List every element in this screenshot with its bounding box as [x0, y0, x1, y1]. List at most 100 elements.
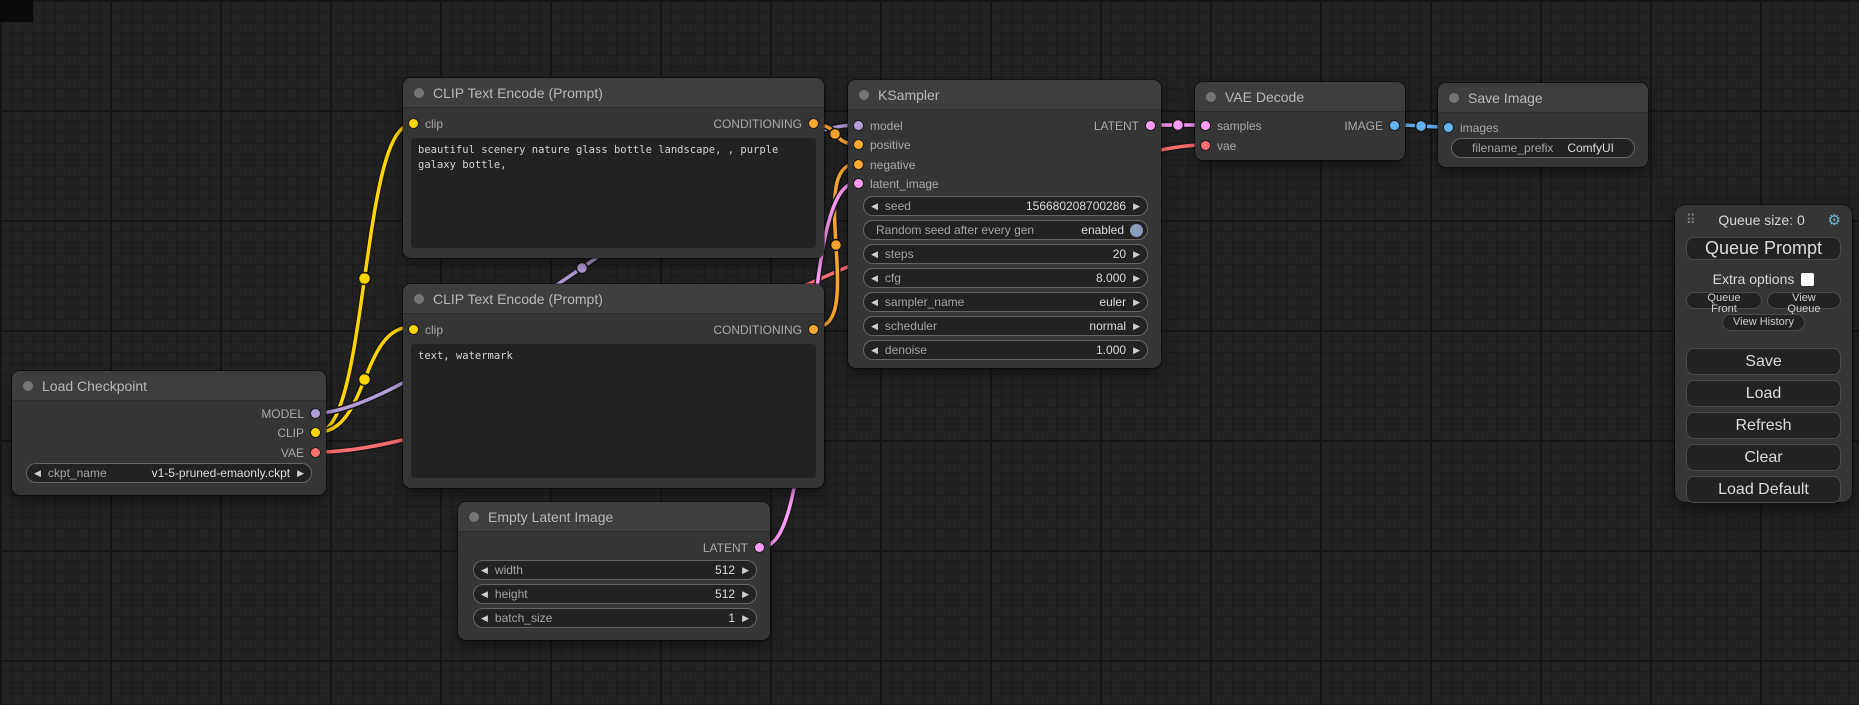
decrement-arrow-icon[interactable] [474, 614, 495, 623]
model-output-dot[interactable] [311, 409, 320, 418]
widget-value: enabled [1081, 223, 1124, 237]
node-title-bar[interactable]: Load Checkpoint [12, 371, 326, 401]
extra-options-checkbox[interactable] [1801, 273, 1814, 286]
decrement-arrow-icon[interactable] [864, 298, 885, 307]
node-title-bar[interactable]: Empty Latent Image [458, 502, 770, 532]
increment-arrow-icon[interactable] [1126, 298, 1147, 307]
filename-prefix-widget[interactable]: filename_prefix ComfyUI [1451, 138, 1635, 158]
output-slot-latent: LATENT [703, 538, 764, 557]
node-title-bar[interactable]: CLIP Text Encode (Prompt) [403, 284, 824, 314]
denoise-widget[interactable]: denoise 1.000 [863, 340, 1148, 360]
drag-handle-icon[interactable] [1686, 212, 1696, 228]
conditioning-input-dot[interactable] [854, 140, 863, 149]
image-input-dot[interactable] [1444, 123, 1453, 132]
extra-options-label: Extra options [1713, 271, 1795, 287]
image-output-dot[interactable] [1390, 121, 1399, 130]
model-input-dot[interactable] [854, 121, 863, 130]
vae-output-dot[interactable] [311, 448, 320, 457]
slot-label: negative [870, 158, 915, 172]
decrement-arrow-icon[interactable] [864, 202, 885, 211]
node-vae-decode[interactable]: VAE Decode samples vae IMAGE [1195, 82, 1405, 160]
latent-input-dot[interactable] [854, 179, 863, 188]
vae-input-dot[interactable] [1201, 141, 1210, 150]
gear-icon[interactable] [1828, 211, 1841, 229]
node-clip-text-encode-negative[interactable]: CLIP Text Encode (Prompt) clip CONDITION… [403, 284, 824, 488]
collapse-dot-icon[interactable] [859, 90, 869, 100]
collapse-dot-icon[interactable] [414, 294, 424, 304]
widget-value: normal [1089, 319, 1126, 333]
node-title-bar[interactable]: VAE Decode [1195, 82, 1405, 112]
toggle-dot-icon[interactable] [1130, 224, 1143, 237]
collapse-dot-icon[interactable] [1449, 93, 1459, 103]
view-history-button[interactable]: View History [1722, 314, 1805, 331]
collapse-dot-icon[interactable] [1206, 92, 1216, 102]
collapse-dot-icon[interactable] [23, 381, 33, 391]
decrement-arrow-icon[interactable] [27, 469, 48, 478]
conditioning-input-dot[interactable] [854, 160, 863, 169]
node-title-bar[interactable]: Save Image [1438, 83, 1648, 113]
conditioning-output-dot[interactable] [809, 119, 818, 128]
increment-arrow-icon[interactable] [1126, 250, 1147, 259]
batch-size-widget[interactable]: batch_size 1 [473, 608, 757, 628]
latent-output-dot[interactable] [755, 543, 764, 552]
clip-input-dot[interactable] [409, 119, 418, 128]
queue-front-button[interactable]: Queue Front [1686, 292, 1762, 309]
steps-widget[interactable]: steps 20 [863, 244, 1148, 264]
node-canvas[interactable]: { "colors": { "model_slot": "#B39DDB", "… [0, 0, 1859, 705]
decrement-arrow-icon[interactable] [474, 566, 495, 575]
clip-output-dot[interactable] [311, 428, 320, 437]
node-title-bar[interactable]: CLIP Text Encode (Prompt) [403, 78, 824, 108]
scheduler-widget[interactable]: scheduler normal [863, 316, 1148, 336]
width-widget[interactable]: width 512 [473, 560, 757, 580]
node-save-image[interactable]: Save Image images filename_prefix ComfyU… [1438, 83, 1648, 167]
node-ksampler[interactable]: KSampler model positive negative latent_… [848, 80, 1161, 368]
slot-label: model [870, 119, 903, 133]
cfg-widget[interactable]: cfg 8.000 [863, 268, 1148, 288]
decrement-arrow-icon[interactable] [474, 590, 495, 599]
refresh-button[interactable]: Refresh [1686, 412, 1841, 439]
random-seed-toggle-widget[interactable]: Random seed after every gen enabled [863, 220, 1148, 240]
height-widget[interactable]: height 512 [473, 584, 757, 604]
increment-arrow-icon[interactable] [290, 469, 311, 478]
node-load-checkpoint[interactable]: Load Checkpoint MODEL CLIP VAE ckpt_name… [12, 371, 326, 495]
node-empty-latent-image[interactable]: Empty Latent Image LATENT width 512 heig… [458, 502, 770, 640]
increment-arrow-icon[interactable] [1126, 202, 1147, 211]
latent-input-dot[interactable] [1201, 121, 1210, 130]
link-dot [359, 374, 371, 386]
slot-label: samples [1217, 119, 1262, 133]
load-default-button[interactable]: Load Default [1686, 476, 1841, 503]
save-button[interactable]: Save [1686, 348, 1841, 375]
collapse-dot-icon[interactable] [469, 512, 479, 522]
node-title: CLIP Text Encode (Prompt) [433, 85, 603, 101]
widget-label: seed [885, 199, 911, 213]
increment-arrow-icon[interactable] [1126, 322, 1147, 331]
decrement-arrow-icon[interactable] [864, 322, 885, 331]
ckpt-name-widget[interactable]: ckpt_name v1-5-pruned-emaonly.ckpt [26, 463, 312, 483]
sampler-name-widget[interactable]: sampler_name euler [863, 292, 1148, 312]
queue-panel[interactable]: Queue size: 0 Queue Prompt Extra options… [1675, 205, 1852, 502]
slot-label: CLIP [277, 426, 304, 440]
load-button[interactable]: Load [1686, 380, 1841, 407]
conditioning-output-dot[interactable] [809, 325, 818, 334]
decrement-arrow-icon[interactable] [864, 346, 885, 355]
node-title-bar[interactable]: KSampler [848, 80, 1161, 110]
decrement-arrow-icon[interactable] [864, 250, 885, 259]
clear-button[interactable]: Clear [1686, 444, 1841, 471]
increment-arrow-icon[interactable] [1126, 274, 1147, 283]
view-queue-button[interactable]: View Queue [1767, 292, 1841, 309]
increment-arrow-icon[interactable] [735, 614, 756, 623]
latent-output-dot[interactable] [1146, 121, 1155, 130]
widget-value: 1 [728, 611, 735, 625]
slot-label: latent_image [870, 177, 939, 191]
increment-arrow-icon[interactable] [1126, 346, 1147, 355]
prompt-text-area[interactable]: text, watermark [411, 344, 816, 478]
seed-widget[interactable]: seed 156680208700286 [863, 196, 1148, 216]
collapse-dot-icon[interactable] [414, 88, 424, 98]
increment-arrow-icon[interactable] [735, 590, 756, 599]
prompt-text-area[interactable]: beautiful scenery nature glass bottle la… [411, 138, 816, 248]
decrement-arrow-icon[interactable] [864, 274, 885, 283]
increment-arrow-icon[interactable] [735, 566, 756, 575]
queue-prompt-button[interactable]: Queue Prompt [1686, 237, 1841, 260]
node-clip-text-encode-positive[interactable]: CLIP Text Encode (Prompt) clip CONDITION… [403, 78, 824, 258]
clip-input-dot[interactable] [409, 325, 418, 334]
